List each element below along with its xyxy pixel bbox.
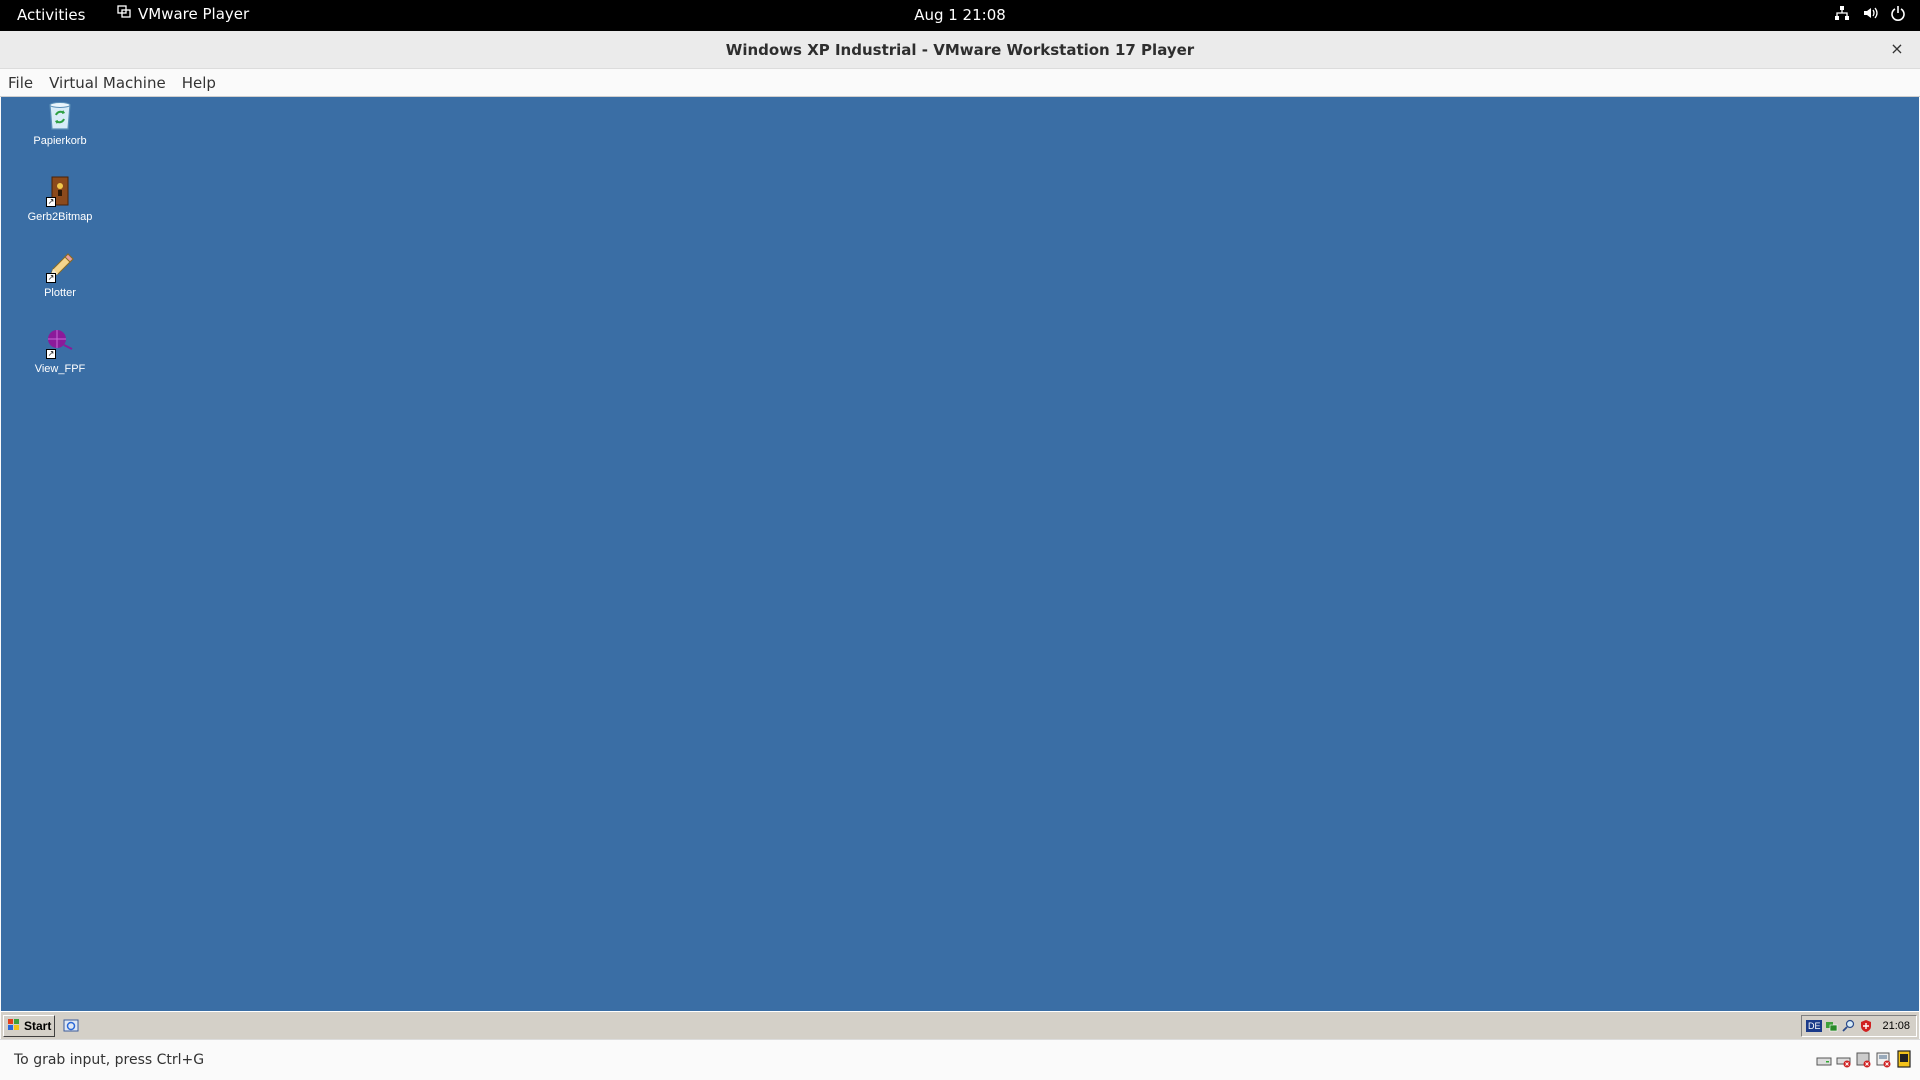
volume-icon — [1862, 5, 1878, 25]
menu-help[interactable]: Help — [174, 69, 224, 97]
security-shield-icon[interactable] — [1859, 1019, 1873, 1033]
system-tray[interactable] — [1834, 5, 1906, 25]
network-adapter-icon[interactable] — [1876, 1050, 1892, 1068]
network-icon — [1834, 5, 1850, 25]
device-icons — [1816, 1050, 1912, 1068]
windows-logo-icon — [7, 1018, 21, 1035]
xp-taskbar: Start DE 21:08 — [1, 1011, 1919, 1039]
start-button[interactable]: Start — [3, 1015, 55, 1037]
xp-notification-area: DE 21:08 — [1800, 1015, 1917, 1037]
pencil-icon: ↗ — [44, 251, 76, 283]
activities-button[interactable]: Activities — [17, 6, 85, 24]
language-indicator[interactable]: DE — [1805, 1020, 1823, 1032]
cd-drive-disconnected-icon[interactable] — [1836, 1050, 1852, 1068]
window-titlebar[interactable]: Windows XP Industrial - VMware Workstati… — [0, 31, 1920, 69]
floppy-disconnected-icon[interactable] — [1856, 1050, 1872, 1068]
desktop-icon-gerb2bitmap[interactable]: ↗ Gerb2Bitmap — [23, 175, 97, 223]
hard-disk-icon[interactable] — [1816, 1050, 1832, 1068]
vm-display[interactable]: Papierkorb ↗ Gerb2Bitmap ↗ Plotter ↗ Vie… — [0, 97, 1920, 1039]
desktop-icon-plotter[interactable]: ↗ Plotter — [23, 251, 97, 299]
vmware-app-icon — [117, 5, 131, 23]
network-tray-icon[interactable] — [1825, 1019, 1839, 1033]
menubar: File Virtual Machine Help — [0, 69, 1920, 97]
app-menu[interactable]: VMware Player — [117, 5, 249, 23]
desktop-icon-label: Papierkorb — [33, 135, 87, 147]
shortcut-arrow-icon: ↗ — [46, 349, 56, 359]
xp-desktop[interactable]: Papierkorb ↗ Gerb2Bitmap ↗ Plotter ↗ Vie… — [1, 97, 1919, 1011]
window-title: Windows XP Industrial - VMware Workstati… — [725, 41, 1195, 59]
message-log-icon[interactable] — [1896, 1050, 1912, 1068]
gnome-top-bar: Activities VMware Player Aug 1 21:08 — [0, 0, 1920, 31]
desktop-icon-papierkorb[interactable]: Papierkorb — [23, 99, 97, 147]
close-button[interactable]: × — [1888, 40, 1906, 58]
taskbar-clock[interactable]: 21:08 — [1882, 1020, 1910, 1032]
desktop-icon-label: Plotter — [44, 287, 76, 299]
search-tray-icon[interactable] — [1842, 1019, 1856, 1033]
recycle-bin-icon — [44, 99, 76, 131]
quicklaunch-desktop-icon[interactable] — [63, 1018, 79, 1034]
power-icon — [1890, 5, 1906, 25]
start-label: Start — [24, 1019, 52, 1033]
app-menu-label: VMware Player — [138, 5, 250, 23]
gerb2bitmap-icon: ↗ — [44, 175, 76, 207]
crosshair-icon: ↗ — [44, 327, 76, 359]
grab-input-hint: To grab input, press Ctrl+G — [14, 1052, 205, 1068]
desktop-icon-label: View_FPF — [34, 363, 86, 375]
desktop-icon-view-fpf[interactable]: ↗ View_FPF — [23, 327, 97, 375]
menu-virtual-machine[interactable]: Virtual Machine — [41, 69, 174, 97]
desktop-icon-label: Gerb2Bitmap — [27, 211, 93, 223]
shortcut-arrow-icon: ↗ — [46, 273, 56, 283]
shortcut-arrow-icon: ↗ — [46, 197, 56, 207]
vmware-statusbar: To grab input, press Ctrl+G — [0, 1039, 1920, 1080]
clock-datetime[interactable]: Aug 1 21:08 — [914, 6, 1006, 24]
menu-file[interactable]: File — [0, 69, 41, 97]
